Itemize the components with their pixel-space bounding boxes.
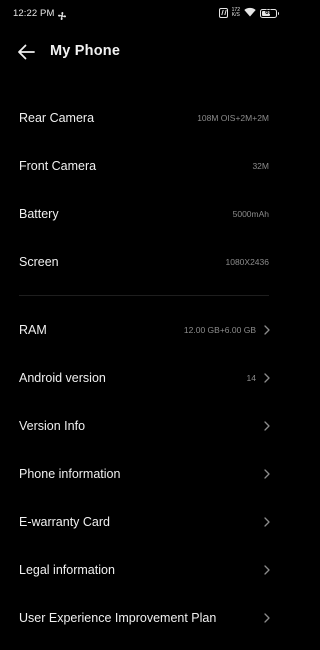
menu-item-label: RAM xyxy=(19,323,47,337)
spec-value: 1080X2436 xyxy=(225,257,270,267)
menu-item-label: E-warranty Card xyxy=(19,515,110,529)
menu-item-value: 14 xyxy=(246,373,256,383)
spec-label: Battery xyxy=(19,207,59,221)
page-title: My Phone xyxy=(50,43,121,59)
status-bar: 12:22 PM 172 K/S 60 xyxy=(0,0,288,28)
battery-icon: 60 xyxy=(260,8,279,18)
spec-row-front-camera: Front Camera 32M xyxy=(0,142,288,190)
section-divider xyxy=(19,295,269,296)
spec-label: Front Camera xyxy=(19,159,97,173)
spec-label: Screen xyxy=(19,255,59,269)
chevron-right-icon xyxy=(263,516,271,528)
status-icons: 172 K/S 60 xyxy=(218,4,279,22)
menu-item-phone-information[interactable]: Phone information xyxy=(0,450,288,498)
nfc-icon xyxy=(218,8,228,18)
wifi-icon xyxy=(244,4,256,22)
spec-value: 32M xyxy=(252,161,269,171)
menu-item-user-experience-improvement-plan[interactable]: User Experience Improvement Plan xyxy=(0,594,288,642)
chevron-right-icon xyxy=(263,372,271,384)
chevron-right-icon xyxy=(263,612,271,624)
chevron-right-icon xyxy=(263,420,271,432)
header: My Phone xyxy=(0,36,288,68)
spec-row-screen: Screen 1080X2436 xyxy=(0,238,288,286)
chevron-right-icon xyxy=(263,564,271,576)
menu-item-version-info[interactable]: Version Info xyxy=(0,402,288,450)
arrow-left-icon xyxy=(18,44,35,60)
status-time: 12:22 PM xyxy=(13,8,55,19)
spec-value: 5000mAh xyxy=(232,209,269,219)
spec-value: 108M OIS+2M+2M xyxy=(197,113,269,123)
spec-label: Rear Camera xyxy=(19,111,95,125)
menu-item-label: Phone information xyxy=(19,467,121,481)
menu-item-label: Android version xyxy=(19,371,106,385)
back-button[interactable] xyxy=(14,40,38,64)
menu-item-label: Legal information xyxy=(19,563,115,577)
chevron-right-icon xyxy=(263,468,271,480)
menu-item-legal-information[interactable]: Legal information xyxy=(0,546,288,594)
spec-row-battery: Battery 5000mAh xyxy=(0,190,288,238)
menu-item-e-warranty-card[interactable]: E-warranty Card xyxy=(0,498,288,546)
chevron-right-icon xyxy=(263,324,271,336)
menu-item-value: 12.00 GB+6.00 GB xyxy=(183,325,256,335)
battery-level: 60 xyxy=(265,10,272,16)
menu-item-label: Version Info xyxy=(19,419,86,433)
network-speed-unit: K/S xyxy=(231,12,240,18)
fan-icon xyxy=(57,8,67,20)
spec-row-rear-camera: Rear Camera 108M OIS+2M+2M xyxy=(0,94,288,142)
menu-item-ram[interactable]: RAM 12.00 GB+6.00 GB xyxy=(0,306,288,354)
network-speed: 172 K/S xyxy=(232,8,240,18)
menu-item-android-version[interactable]: Android version 14 xyxy=(0,354,288,402)
menu-item-label: User Experience Improvement Plan xyxy=(19,611,217,625)
